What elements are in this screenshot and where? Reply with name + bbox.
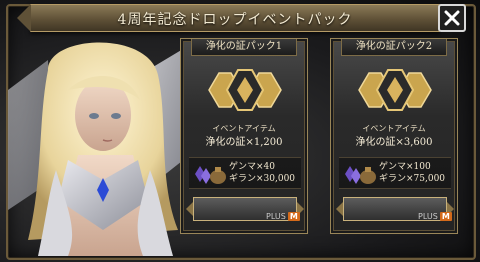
pack-header: 浄化の証パック2 bbox=[341, 39, 447, 56]
pack-header: 浄化の証パック1 bbox=[191, 39, 297, 56]
reward-amount: 浄化の証×1,200 bbox=[205, 137, 283, 148]
title-bar: 4周年記念ドロップイベントパック bbox=[17, 4, 453, 32]
bonus-items: ゲンマ×100 ギラン×75,000 bbox=[339, 157, 451, 189]
reward-amount: 浄化の証×3,600 bbox=[355, 137, 433, 148]
plus-label: PLUS bbox=[266, 212, 286, 221]
dialog-title: 4周年記念ドロップイベントパック bbox=[117, 12, 353, 28]
pack-card-2: 浄化の証パック2 イベントアイテム 浄化の証×3,600 ゲンマ×100 ギラン… bbox=[330, 38, 458, 234]
bonus-line-giran: ギラン×75,000 bbox=[379, 174, 446, 184]
bonus-lines: ゲンマ×100 ギラン×75,000 bbox=[379, 161, 445, 185]
gem-and-coin-bag-icon bbox=[195, 166, 226, 184]
close-button[interactable] bbox=[438, 4, 466, 32]
pack-name: 浄化の証パック1 bbox=[205, 41, 283, 52]
bonus-line-genma: ゲンマ×100 bbox=[379, 162, 431, 172]
gem-and-coin-bag-icon bbox=[345, 166, 376, 184]
bonus-line-giran: ギラン×30,000 bbox=[229, 174, 296, 184]
purification-proof-emblem-icon bbox=[358, 69, 432, 111]
plus-badge: PLUS M bbox=[418, 212, 452, 221]
close-icon bbox=[444, 10, 460, 26]
purification-proof-emblem-icon bbox=[208, 69, 282, 111]
plus-badge: PLUS M bbox=[266, 212, 300, 221]
badge-m: M bbox=[287, 212, 300, 221]
character-illustration bbox=[8, 40, 198, 256]
pack-name: 浄化の証パック2 bbox=[355, 41, 433, 52]
badge-m: M bbox=[439, 212, 452, 221]
bonus-lines: ゲンマ×40 ギラン×30,000 bbox=[229, 161, 295, 185]
plus-label: PLUS bbox=[418, 212, 438, 221]
bonus-line-genma: ゲンマ×40 bbox=[229, 162, 275, 172]
pack-card-1: 浄化の証パック1 イベントアイテム 浄化の証×1,200 ゲンマ×40 ギラン×… bbox=[180, 38, 308, 234]
bonus-items: ゲンマ×40 ギラン×30,000 bbox=[189, 157, 301, 189]
event-pack-dialog: 4周年記念ドロップイベントパック 浄化の証パック1 イベントアイテム 浄化の証×… bbox=[0, 0, 480, 262]
